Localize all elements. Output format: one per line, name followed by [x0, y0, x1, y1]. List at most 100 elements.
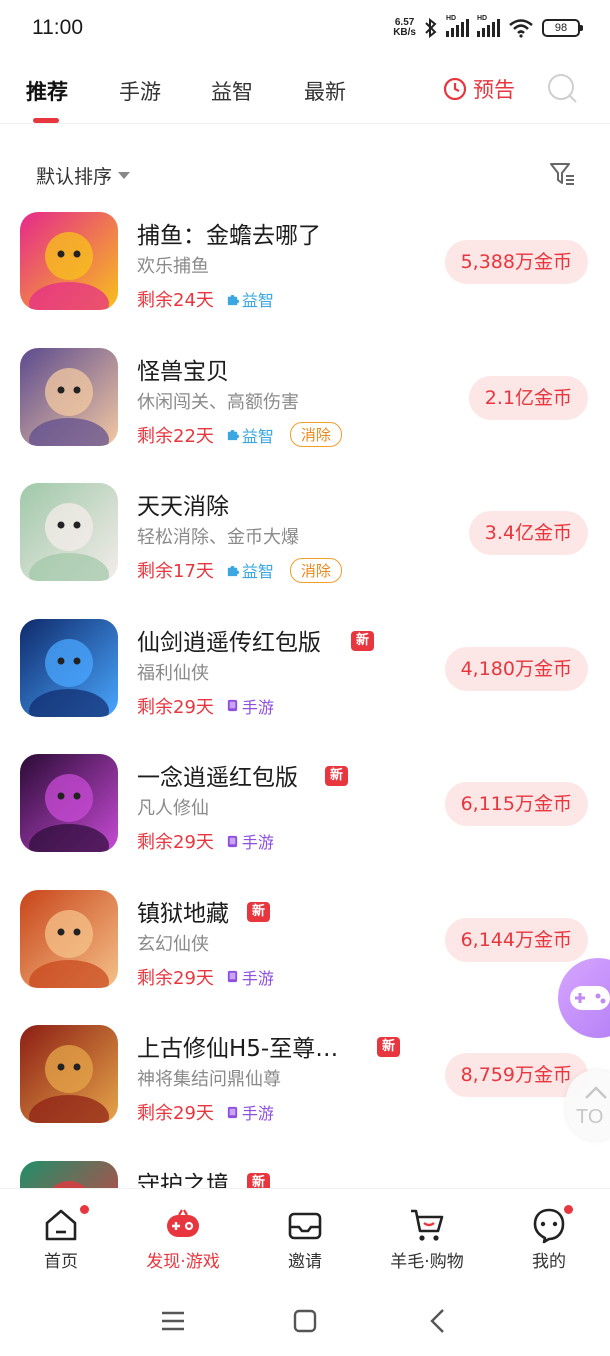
preview-label: 预告 [473, 78, 515, 102]
remaining-days: 剩余29天 [137, 967, 214, 989]
monster-game-icon[interactable] [20, 347, 118, 446]
game-meta: 剩余17天 益智 消除 [137, 557, 342, 583]
search-icon[interactable] [546, 72, 578, 104]
battery-indicator: 98 [542, 19, 583, 37]
tab-mobile-games[interactable]: 手游 [119, 76, 161, 106]
bluetooth-icon [425, 18, 437, 38]
back-to-top-label: TO [576, 1106, 604, 1128]
game-list: 捕鱼：金蟾去哪了 欢乐捕鱼 剩余24天 益智 5,388万金币 怪兽宝贝 休闲闯关、高额伤害… [0, 196, 610, 1188]
filter-icon[interactable] [548, 160, 576, 188]
new-badge: 新 [351, 630, 375, 651]
game-title: 守护之境 [137, 1171, 229, 1189]
status-bar: 11:00 6.57 KB/s HD HD 98 [0, 0, 610, 60]
game-title: 怪兽宝贝 [137, 358, 229, 385]
network-speed: 6.57 KB/s [393, 17, 416, 38]
remaining-days: 剩余29天 [137, 1103, 214, 1124]
phone-icon [227, 1106, 238, 1118]
gamepad-icon [167, 1209, 199, 1237]
active-tab-indicator [33, 118, 59, 123]
game-list-item[interactable]: 怪兽宝贝 休闲闯关、高额伤害 剩余22天 益智 消除 2.1亿金币 [0, 332, 610, 467]
game-list-item[interactable]: 一念逍遥红包版 新凡人修仙 剩余29天 手游 6,115万金币 [0, 738, 610, 873]
status-time: 11:00 [32, 16, 83, 39]
nav-home[interactable]: 首页 [6, 1205, 116, 1272]
game-title: 上古修仙H5-至尊… [137, 1036, 339, 1062]
phone-icon [227, 835, 238, 847]
game-subtitle: 神将集结问鼎仙尊 [137, 1069, 281, 1090]
category-label: 手游 [226, 1100, 274, 1124]
tab-recommend[interactable]: 推荐 [26, 76, 68, 106]
category-label: 手游 [226, 694, 274, 718]
game-meta: 剩余29天 手游 [137, 828, 274, 854]
game-subtitle: 欢乐捕鱼 [137, 256, 209, 277]
reward-button[interactable]: 5,388万金币 [444, 240, 588, 284]
gamepad-icon [570, 986, 610, 1010]
guardian-game-icon[interactable] [20, 1160, 118, 1188]
new-badge: 新 [247, 1172, 271, 1188]
chevron-up-icon [585, 1086, 607, 1099]
game-meta: 剩余29天 手游 [137, 964, 274, 990]
remaining-days: 剩余29天 [137, 832, 214, 853]
game-title: 镇狱地藏 [137, 900, 229, 927]
fish-game-icon[interactable] [20, 212, 118, 310]
reward-button[interactable]: 3.4亿金币 [468, 511, 588, 555]
category-label: 手游 [226, 965, 274, 989]
game-subtitle: 轻松消除、金币大爆 [137, 527, 299, 548]
category-label: 益智 [226, 423, 274, 447]
tab-puzzle[interactable]: 益智 [211, 76, 253, 106]
game-meta: 剩余24天 益智 [137, 286, 274, 312]
game-title: 捕鱼：金蟾去哪了 [137, 223, 321, 249]
back-to-top-button[interactable]: TO [566, 1070, 610, 1140]
status-icons: 6.57 KB/s HD HD 98 [393, 15, 583, 38]
reward-button[interactable]: 6,115万金币 [444, 782, 588, 826]
remaining-days: 剩余22天 [137, 425, 214, 447]
menu-icon[interactable] [158, 1306, 188, 1336]
phone-icon [227, 970, 238, 983]
game-subtitle: 玄幻仙侠 [137, 933, 209, 955]
game-title: 一念逍遥红包版 [137, 765, 298, 791]
reward-button[interactable]: 4,180万金币 [444, 646, 588, 691]
genre-tag: 消除 [289, 557, 342, 583]
game-meta: 剩余22天 益智 消除 [137, 422, 342, 448]
phone-icon [227, 699, 238, 712]
game-list-item[interactable]: 守护之境 新 [0, 1145, 610, 1189]
game-list-item[interactable]: 仙剑逍遥传红包版 新福利仙侠 剩余29天 手游 4,180万金币 [0, 603, 610, 738]
immortal-game-icon[interactable] [20, 754, 118, 852]
game-list-item[interactable]: 上古修仙H5-至尊… 新神将集结问鼎仙尊 剩余29天 手游 8,759万金币 [0, 1009, 610, 1144]
back-icon[interactable] [424, 1306, 454, 1336]
category-label: 手游 [226, 829, 274, 853]
signal-strength-icon-2: HD [477, 15, 500, 37]
nav-discover-games[interactable]: 发现·游戏 [128, 1205, 238, 1272]
remaining-days: 剩余29天 [137, 696, 214, 718]
new-badge: 新 [325, 766, 349, 786]
game-meta: 剩余29天 手游 [137, 1099, 274, 1125]
nav-profile[interactable]: 我的 [494, 1205, 604, 1272]
reward-button[interactable]: 2.1亿金币 [468, 375, 588, 420]
sort-dropdown[interactable]: 默认排序 [36, 162, 131, 189]
chevron-down-icon [118, 172, 131, 179]
system-navigation-bar [0, 1284, 610, 1356]
game-subtitle: 休闲闯关、高额伤害 [137, 391, 299, 413]
remaining-days: 剩余17天 [137, 561, 214, 582]
game-list-item[interactable]: 捕鱼：金蟾去哪了欢乐捕鱼剩余24天 益智 5,388万金币 [0, 196, 610, 331]
new-badge: 新 [247, 901, 271, 922]
preview-button[interactable]: 预告 [443, 74, 515, 104]
nav-invite[interactable]: 邀请 [250, 1205, 360, 1272]
sword-hero-game-icon[interactable] [20, 618, 118, 717]
reward-button[interactable]: 6,144万金币 [444, 917, 588, 962]
home-square-icon[interactable] [290, 1306, 320, 1336]
game-list-item[interactable]: 天天消除 轻松消除、金币大爆 剩余17天 益智 消除 3.4亿金币 [0, 467, 610, 602]
tab-latest[interactable]: 最新 [304, 76, 346, 106]
nav-shopping[interactable]: 羊毛·购物 [372, 1205, 482, 1272]
category-label: 益智 [226, 558, 274, 582]
home-icon [45, 1209, 77, 1241]
monk-game-icon[interactable] [20, 889, 118, 988]
notification-dot [80, 1205, 89, 1214]
ancient-immortal-game-icon[interactable] [20, 1025, 118, 1123]
signal-strength-icon: HD [446, 15, 469, 37]
genre-tag: 消除 [289, 422, 342, 447]
game-list-item[interactable]: 镇狱地藏新玄幻仙侠剩余29天 手游 6,144万金币 [0, 874, 610, 1009]
remaining-days: 剩余24天 [137, 290, 214, 311]
game-subtitle: 福利仙侠 [137, 662, 209, 684]
monkey-game-icon[interactable] [20, 483, 118, 581]
wifi-icon [509, 19, 533, 38]
